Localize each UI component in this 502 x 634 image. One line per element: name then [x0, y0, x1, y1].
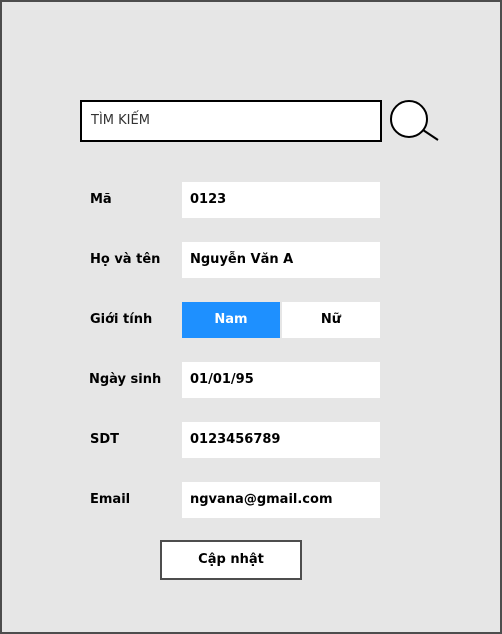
ma-field[interactable]: 0123: [182, 182, 380, 218]
update-button[interactable]: Cập nhật: [160, 540, 302, 580]
email-label: Email: [90, 492, 131, 507]
sdt-field[interactable]: 0123456789: [182, 422, 380, 458]
email-field[interactable]: ngvana@gmail.com: [182, 482, 380, 518]
gioi-tinh-label: Giới tính: [90, 312, 153, 327]
gender-male-toggle[interactable]: Nam: [182, 302, 280, 338]
ho-ten-field[interactable]: Nguyễn Văn A: [182, 242, 380, 278]
search-input[interactable]: TÌM KIẾM: [80, 100, 382, 142]
gender-female-toggle[interactable]: Nữ: [282, 302, 380, 338]
ma-label: Mã: [90, 192, 112, 207]
sdt-label: SDT: [90, 432, 120, 447]
ngay-sinh-field[interactable]: 01/01/95: [182, 362, 380, 398]
ngay-sinh-label: Ngày sinh: [89, 372, 162, 387]
ho-ten-label: Họ và tên: [90, 252, 161, 267]
search-icon[interactable]: [389, 100, 441, 144]
